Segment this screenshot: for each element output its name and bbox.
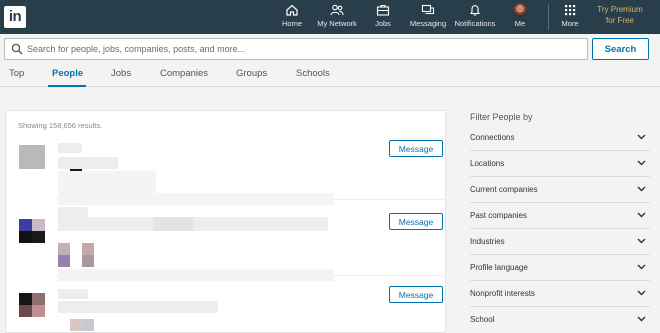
filter-school[interactable]: School: [470, 307, 650, 333]
filter-label: Current companies: [470, 185, 538, 194]
blurred-name: [58, 289, 88, 299]
nav-messaging-label: Messaging: [409, 19, 447, 28]
nav-more[interactable]: More: [558, 3, 582, 33]
tab-jobs[interactable]: Jobs: [111, 68, 131, 79]
filter-nonprofit-interests[interactable]: Nonprofit interests: [470, 281, 650, 307]
results-count: Showing 158,656 results.: [18, 121, 103, 130]
linkedin-logo[interactable]: in: [4, 6, 26, 28]
chevron-down-icon: [637, 160, 646, 166]
tab-groups[interactable]: Groups: [236, 68, 267, 79]
network-icon: [330, 4, 344, 16]
nav-notifications-label: Notifications: [454, 19, 496, 28]
nav-home-label: Home: [281, 19, 302, 28]
profile-photo-pixelated: [19, 305, 32, 317]
nav-jobs[interactable]: Jobs: [371, 3, 395, 33]
nav-me[interactable]: Me: [510, 3, 530, 33]
filter-label: School: [470, 315, 495, 324]
avatar: [513, 3, 527, 17]
blurred-detail: [70, 319, 82, 331]
message-button[interactable]: Message: [389, 286, 443, 303]
nav-more-label: More: [561, 19, 579, 28]
briefcase-icon: [376, 4, 390, 16]
filter-past-companies[interactable]: Past companies: [470, 203, 650, 229]
filter-label: Profile language: [470, 263, 528, 272]
nav-divider: [548, 4, 549, 30]
tab-companies[interactable]: Companies: [160, 68, 208, 79]
profile-photo-pixelated: [32, 305, 45, 317]
message-button[interactable]: Message: [389, 140, 443, 157]
search-bar-row: Search: [0, 34, 660, 65]
profile-photo-pixelated: [32, 231, 45, 243]
chevron-down-icon: [637, 264, 646, 270]
tab-people[interactable]: People: [52, 68, 83, 79]
filter-title: Filter People by: [470, 112, 533, 122]
chevron-down-icon: [637, 238, 646, 244]
active-tab-indicator: [48, 85, 86, 87]
blurred-text: [58, 193, 334, 205]
tab-top[interactable]: Top: [9, 68, 24, 79]
search-input[interactable]: [27, 39, 577, 59]
tab-schools[interactable]: Schools: [296, 68, 330, 79]
chevron-down-icon: [637, 212, 646, 218]
home-icon: [286, 4, 298, 16]
filter-label: Industries: [470, 237, 505, 246]
try-premium-link[interactable]: Try Premium for Free: [585, 4, 655, 26]
profile-photo-pixelated: [32, 293, 45, 305]
chevron-down-icon: [637, 186, 646, 192]
bell-icon: [469, 5, 481, 16]
profile-photo-pixelated: [32, 219, 45, 231]
nav-my-network[interactable]: My Network: [316, 3, 358, 33]
chevron-down-icon: [637, 134, 646, 140]
filter-label: Locations: [470, 159, 505, 168]
blurred-headline: [58, 157, 118, 169]
filter-profile-language[interactable]: Profile language: [470, 255, 650, 281]
top-navigation-bar: in Home My Network Jobs Messaging Notifi…: [0, 0, 660, 34]
results-card: Showing 158,656 results. Message Message: [5, 110, 446, 333]
message-button[interactable]: Message: [389, 213, 443, 230]
blurred-detail: [58, 243, 70, 255]
blurred-detail: [82, 255, 94, 267]
filter-industries[interactable]: Industries: [470, 229, 650, 255]
profile-photo-pixelated: [19, 231, 32, 243]
profile-photo-pixelated[interactable]: [19, 145, 45, 169]
blurred-detail: [154, 217, 194, 231]
premium-line-1: Try Premium: [597, 5, 643, 14]
filter-label: Connections: [470, 133, 515, 142]
filter-current-companies[interactable]: Current companies: [470, 177, 650, 203]
blurred-detail: [82, 319, 94, 331]
blurred-name: [58, 143, 82, 153]
blurred-name: [58, 207, 88, 217]
blurred-detail: [82, 243, 94, 255]
nav-jobs-label: Jobs: [375, 19, 391, 28]
blurred-headline: [58, 301, 218, 313]
nav-home[interactable]: Home: [280, 3, 304, 33]
chevron-down-icon: [637, 290, 646, 296]
profile-photo-pixelated[interactable]: [19, 293, 32, 305]
search-icon: [11, 43, 23, 55]
filter-label: Nonprofit interests: [470, 289, 535, 298]
blurred-detail: [58, 255, 70, 267]
filter-locations[interactable]: Locations: [470, 151, 650, 177]
nav-me-label: Me: [514, 19, 526, 28]
search-button[interactable]: Search: [592, 38, 649, 60]
profile-photo-pixelated[interactable]: [19, 219, 32, 231]
search-box: [4, 38, 588, 60]
blurred-text: [58, 269, 334, 281]
nav-messaging[interactable]: Messaging: [409, 3, 447, 33]
nav-notifications[interactable]: Notifications: [453, 3, 497, 33]
filter-label: Past companies: [470, 211, 527, 220]
premium-line-2: for Free: [605, 16, 634, 25]
filter-connections[interactable]: Connections: [470, 125, 650, 151]
messaging-icon: [421, 4, 435, 15]
search-category-tabs: Top People Jobs Companies Groups Schools: [0, 65, 660, 87]
nav-my-network-label: My Network: [317, 19, 357, 28]
chevron-down-icon: [637, 316, 646, 322]
blurred-location: [58, 171, 156, 193]
grid-icon: [565, 5, 576, 16]
